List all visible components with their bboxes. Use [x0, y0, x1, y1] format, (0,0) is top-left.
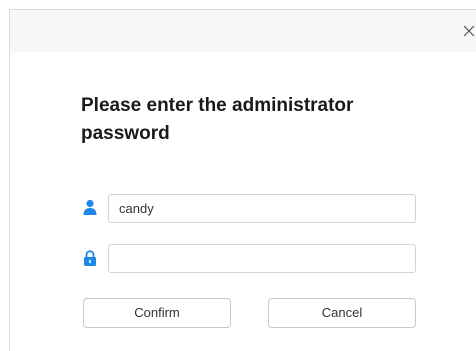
cancel-button[interactable]: Cancel — [268, 298, 416, 328]
username-field[interactable] — [108, 194, 416, 223]
confirm-button[interactable]: Confirm — [83, 298, 231, 328]
lock-icon — [84, 250, 96, 266]
user-icon — [83, 199, 97, 215]
dialog-heading: Please enter the administrator password — [81, 95, 354, 144]
title-bar — [10, 10, 476, 52]
close-icon[interactable] — [460, 22, 476, 40]
password-field[interactable] — [108, 244, 416, 273]
admin-password-dialog: Please enter the administrator password … — [9, 9, 476, 351]
